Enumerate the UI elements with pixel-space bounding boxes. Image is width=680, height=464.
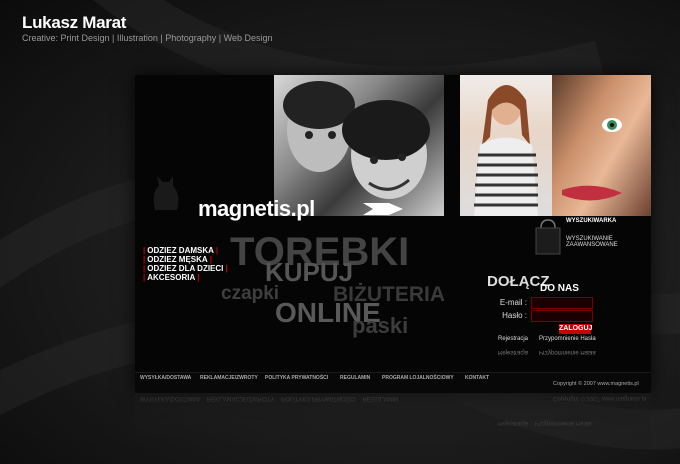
remind-link-reflection: Przypomnienie Hasła	[539, 349, 596, 355]
logo-arrow-icon	[363, 203, 403, 215]
reflected-login-links: Rejestracja Przypomnienie Hasła	[498, 420, 592, 426]
reflected-footer-links: WYSYŁKA/DOSTAWA REKLAMACJE/ZWROTY POLITY…	[140, 395, 399, 401]
website-mockup: magnetis.pl WYSZUKIWARKA WYSZUKIWANIE ZA…	[135, 75, 651, 393]
face-closeup-photo	[552, 75, 651, 216]
portfolio-owner-name: Lukasz Marat	[22, 13, 127, 32]
creative-label: Creative:	[22, 33, 59, 43]
footer-link-terms[interactable]: REGULAMIN	[340, 375, 370, 381]
login-button[interactable]: ZALOGUJ	[559, 324, 592, 334]
register-link-reflection: Rejestracja	[498, 349, 529, 355]
mockup-reflection: WYSYŁKA/DOSTAWA REKLAMACJE/ZWROTY POLITY…	[135, 393, 651, 453]
register-link[interactable]: Rejestracja	[498, 336, 528, 342]
kids-photo	[274, 75, 444, 216]
services-list: Print Design | Illustration | Photograph…	[60, 33, 273, 43]
remind-password-link[interactable]: Przypomnienie Hasła	[539, 336, 596, 342]
copyright: Copyright © 2007 www.magnetis.pl	[553, 381, 639, 387]
reflected-copyright: Copyright © 2007 www.magnetis.pl	[553, 395, 647, 401]
login-title-suffix: DO NAS	[540, 283, 579, 294]
cat-silhouette-icon	[153, 176, 179, 210]
footer-link-shipping[interactable]: WYSYŁKA/DOSTAWA	[140, 375, 191, 381]
category-menu: | ODZIEZ DAMSKA | | ODZIEZ MĘSKA | | ODZIEZ D…	[143, 246, 228, 282]
footer-link-privacy[interactable]: POLITYKA PRYWATNOŚCI	[265, 375, 328, 381]
email-label: E-mail :	[499, 298, 527, 307]
shopping-bag-icon	[535, 219, 561, 255]
menu-item-accessories[interactable]: | AKCESORIA |	[143, 273, 228, 282]
tagline-czapki: czapki	[221, 283, 280, 304]
footer-link-contact[interactable]: KONTAKT	[465, 375, 489, 381]
woman-photo	[460, 75, 552, 216]
advanced-search-link[interactable]: WYSZUKIWANIE ZAAWANSOWANE	[566, 236, 651, 248]
email-field[interactable]	[531, 297, 593, 309]
menu-item-kids-clothing[interactable]: | ODZIEZ DLA DZIECI |	[143, 264, 228, 273]
footer-link-loyalty[interactable]: PROGRAM LOJALNOŚCIOWY	[382, 375, 454, 381]
tagline-paski: paski	[352, 313, 409, 338]
menu-item-mens-clothing[interactable]: | ODZIEZ MĘSKA |	[143, 255, 228, 264]
password-label: Hasło :	[502, 311, 527, 320]
site-logo[interactable]: magnetis.pl	[198, 196, 315, 222]
menu-item-womens-clothing[interactable]: | ODZIEZ DAMSKA |	[143, 246, 228, 255]
portfolio-services: Creative: Print Design | Illustration | …	[22, 33, 272, 43]
search-button[interactable]: WYSZUKIWARKA	[566, 218, 616, 224]
password-field[interactable]	[531, 310, 593, 322]
footer-link-returns[interactable]: REKLAMACJE/ZWROTY	[200, 375, 258, 381]
